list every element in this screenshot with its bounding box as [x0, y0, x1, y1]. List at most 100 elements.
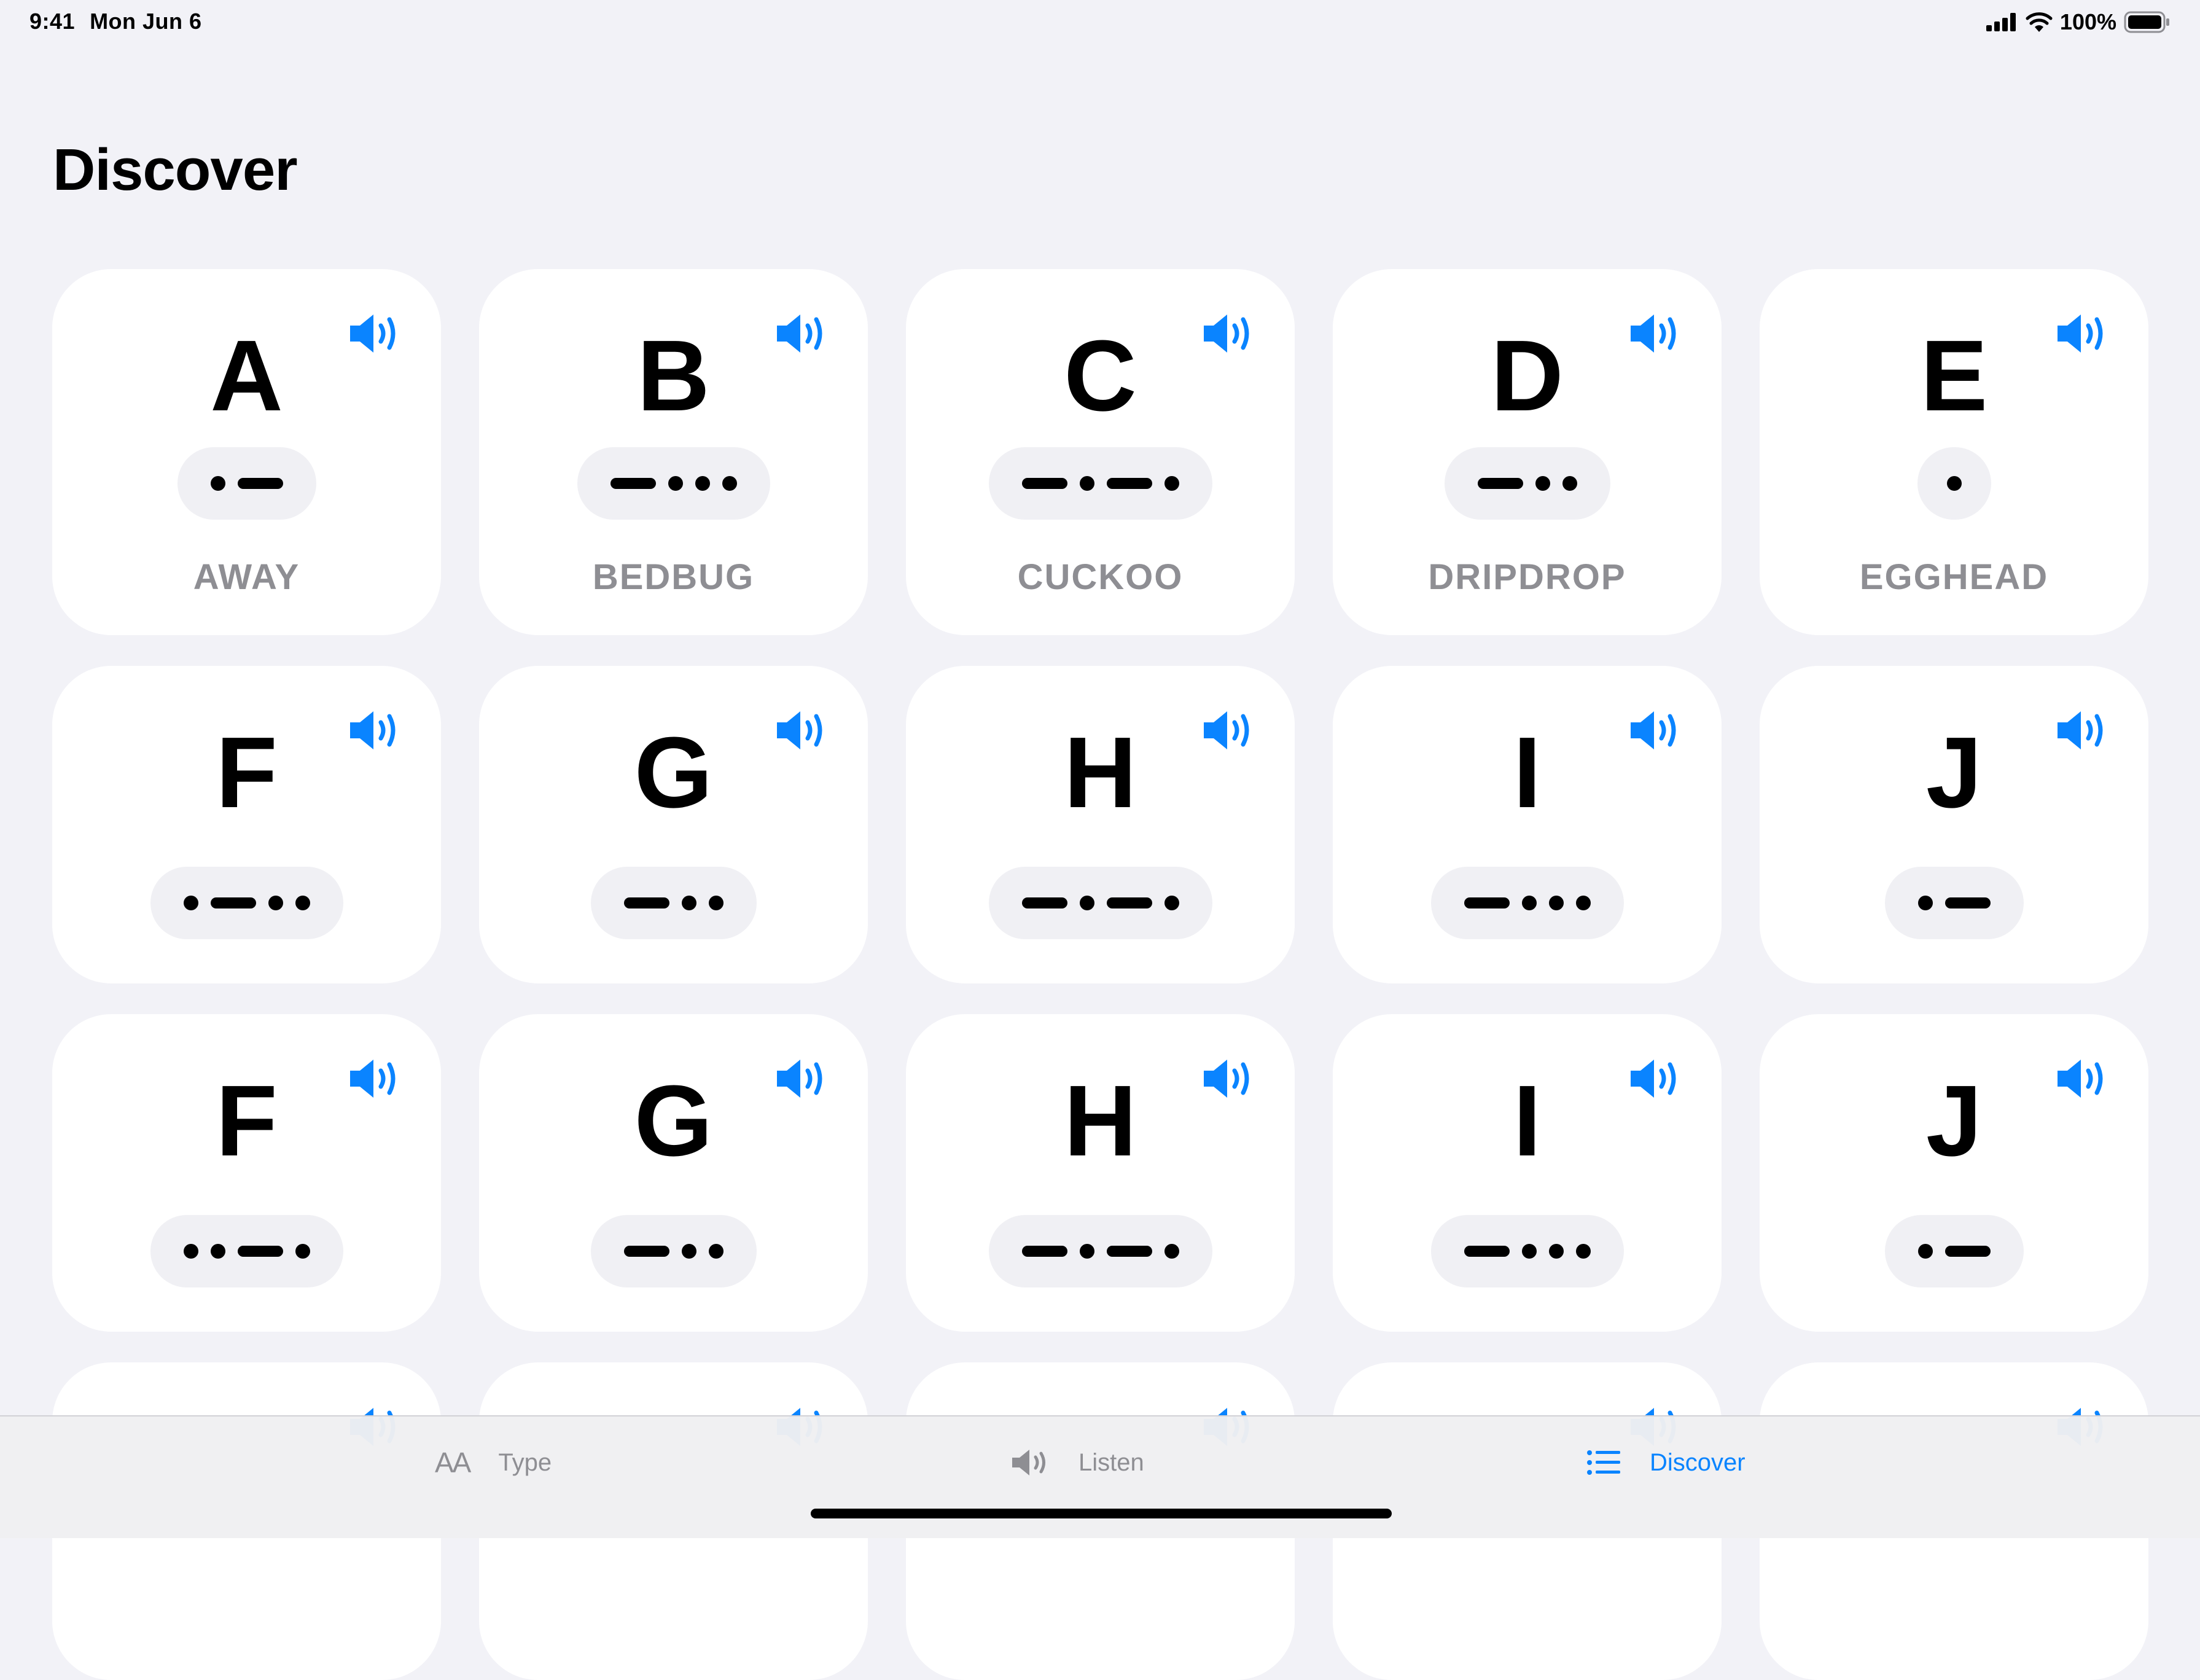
morse-dash [237, 1246, 283, 1257]
morse-dash [610, 478, 656, 489]
morse-dash [1106, 478, 1152, 489]
card-mnemonic: EGGHEAD [1859, 557, 2049, 597]
list-icon [1587, 1450, 1620, 1475]
morse-code-pill [988, 867, 1212, 939]
status-indicators: 100% [1986, 9, 2171, 36]
letter-card[interactable]: D DRIPDROP [1333, 269, 1722, 635]
morse-code-pill [988, 1215, 1212, 1287]
morse-dash [1021, 478, 1067, 489]
card-letter: E [1920, 319, 1988, 432]
morse-code-pill [1430, 867, 1624, 939]
morse-dot [1079, 476, 1094, 491]
letter-card[interactable]: J [1760, 666, 2148, 983]
letter-card[interactable]: C CUCKOO [906, 269, 1295, 635]
card-mnemonic: AWAY [193, 557, 300, 597]
morse-dash [1464, 897, 1510, 908]
morse-dash [1106, 1246, 1152, 1257]
letter-card[interactable]: F [52, 1014, 441, 1332]
morse-dot [681, 896, 696, 910]
card-letter: H [1064, 1065, 1137, 1177]
tab-type[interactable]: AA Type [435, 1441, 552, 1484]
tab-listen[interactable]: Listen [1011, 1441, 1144, 1484]
morse-dot [1917, 896, 1933, 910]
morse-dot [210, 1244, 225, 1259]
morse-dot [295, 896, 310, 910]
letter-card[interactable]: I [1333, 666, 1722, 983]
tab-bar: AA Type Listen Discover [0, 1415, 2200, 1538]
letter-card[interactable]: I [1333, 1014, 1722, 1332]
morse-code-pill [1444, 447, 1610, 520]
card-letter: J [1925, 716, 1983, 829]
letter-card[interactable]: J [1760, 1014, 2148, 1332]
morse-dot [1917, 1244, 1933, 1259]
letter-card[interactable]: E EGGHEAD [1760, 269, 2148, 635]
morse-dot [1164, 896, 1179, 910]
morse-dot [1079, 1244, 1094, 1259]
letter-card[interactable]: H [906, 666, 1295, 983]
morse-dot [1164, 1244, 1179, 1259]
morse-code-pill [177, 447, 316, 520]
cellular-signal-icon [1986, 13, 2016, 31]
morse-dot [183, 896, 198, 910]
morse-dash [237, 478, 283, 489]
letter-card[interactable]: F [52, 666, 441, 983]
clock-date: Mon Jun 6 [90, 9, 202, 34]
tab-discover[interactable]: Discover [1587, 1441, 1746, 1484]
morse-dot [1079, 896, 1094, 910]
morse-dash [1945, 1246, 1991, 1257]
morse-dot [1575, 896, 1591, 910]
status-time: 9:41 Mon Jun 6 [29, 9, 202, 34]
clock-time: 9:41 [29, 9, 76, 34]
card-letter: D [1491, 319, 1564, 432]
letter-card[interactable]: B BEDBUG [479, 269, 868, 635]
morse-dot [668, 476, 683, 491]
morse-code-pill [1430, 1215, 1624, 1287]
morse-dash [623, 1246, 669, 1257]
morse-dot [708, 896, 724, 910]
morse-dot [681, 1244, 696, 1259]
morse-dash [1945, 897, 1991, 908]
tab-type-label: Type [498, 1448, 552, 1476]
morse-code-pill [590, 1215, 757, 1287]
morse-code-pill [150, 867, 343, 939]
card-letter: I [1513, 1065, 1542, 1177]
home-indicator [811, 1509, 1392, 1518]
card-letter: B [637, 319, 710, 432]
morse-dash [1021, 897, 1067, 908]
card-mnemonic: DRIPDROP [1428, 557, 1626, 597]
morse-dot [183, 1244, 198, 1259]
card-mnemonic: CUCKOO [1017, 557, 1184, 597]
morse-dot [1548, 896, 1564, 910]
morse-code-pill [988, 447, 1212, 520]
morse-dot [1164, 476, 1179, 491]
card-letter: H [1064, 716, 1137, 829]
letter-card[interactable]: G [479, 1014, 868, 1332]
morse-dot [295, 1244, 310, 1259]
morse-code-pill [1917, 447, 1991, 520]
card-letter: I [1513, 716, 1542, 829]
card-letter: G [634, 1065, 713, 1177]
card-letter: G [634, 716, 713, 829]
tab-discover-label: Discover [1650, 1448, 1746, 1476]
morse-dot [1575, 1244, 1591, 1259]
card-letter: A [210, 319, 283, 432]
morse-dash [210, 897, 256, 908]
morse-dot [1548, 1244, 1564, 1259]
morse-dot [1521, 896, 1537, 910]
letter-card[interactable]: A AWAY [52, 269, 441, 635]
status-bar: 9:41 Mon Jun 6 100% [0, 0, 2200, 49]
morse-dot [268, 896, 283, 910]
speaker-icon [1012, 1450, 1045, 1475]
morse-dot [1946, 476, 1962, 491]
morse-code-pill [577, 447, 770, 520]
morse-code-pill [590, 867, 757, 939]
battery-percentage: 100% [2059, 9, 2116, 34]
letter-card[interactable]: H [906, 1014, 1295, 1332]
battery-icon [2124, 11, 2169, 33]
card-letter: C [1064, 319, 1137, 432]
morse-code-pill [1884, 1215, 2024, 1287]
card-letter: F [216, 1065, 278, 1177]
card-letter: F [216, 716, 278, 829]
morse-dash [623, 897, 669, 908]
letter-card[interactable]: G [479, 666, 868, 983]
